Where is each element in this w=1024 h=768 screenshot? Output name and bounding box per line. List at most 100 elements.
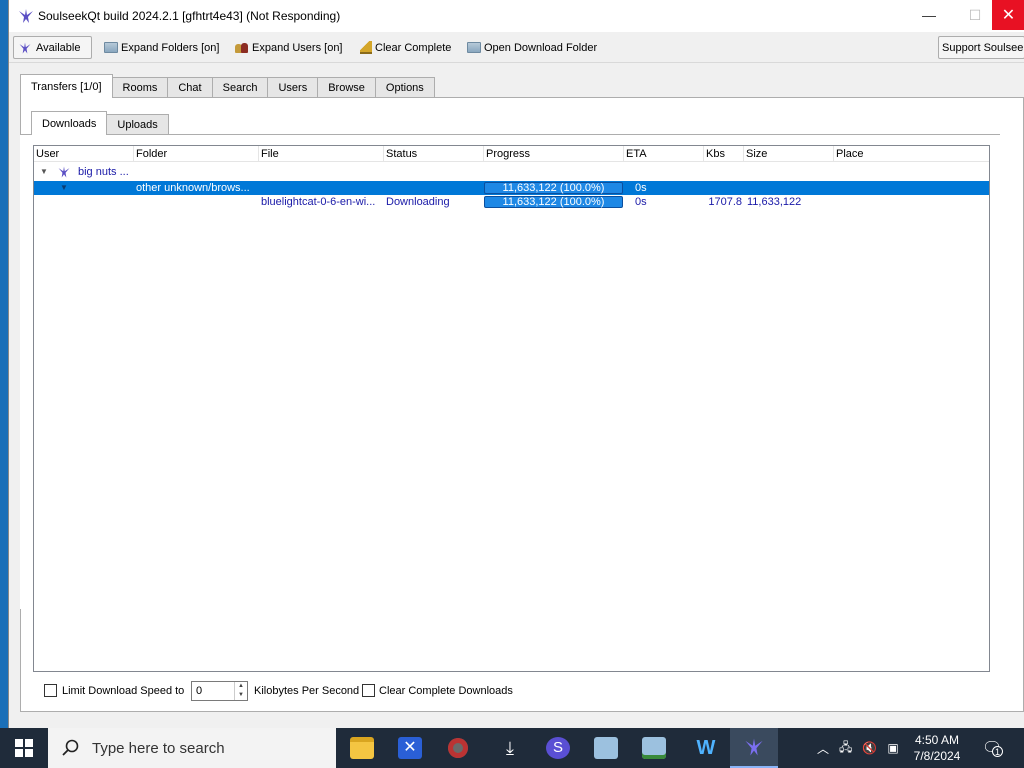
column-eta[interactable]: ETA [624,146,704,162]
minimize-button[interactable]: — [906,0,952,30]
volume-muted-icon[interactable]: 🔇 [862,741,877,755]
limit-speed-checkbox[interactable] [44,684,57,697]
app-red-gem-taskbar-icon[interactable] [434,728,482,768]
soulseek-bird-icon [745,738,763,756]
file-cell: bluelightcat-0-6-en-wi... [261,196,376,208]
clock-time: 4:50 AM [914,733,960,747]
column-status[interactable]: Status [384,146,484,162]
notification-center-icon[interactable]: 🗨 1 [982,738,1004,758]
table-row-file[interactable]: bluelightcat-0-6-en-wi... Downloading 11… [34,195,989,209]
support-soulseek-button[interactable]: Support Soulseek [938,36,1024,59]
folder-icon [467,42,481,53]
open-download-folder-label: Open Download Folder [484,41,598,54]
tab-options[interactable]: Options [374,77,435,98]
clock-date: 7/8/2024 [913,749,961,763]
windows-logo-icon [15,739,33,757]
table-row-user[interactable]: ▼ big nuts ... [34,165,989,179]
spin-down-icon[interactable]: ▼ [235,691,247,700]
search-placeholder: Type here to search [92,739,225,757]
progress-bar: 11,633,122 (100.0%) [484,182,623,194]
app-gears-2-taskbar-icon[interactable] [630,728,678,768]
expand-folders-label: Expand Folders [on] [121,41,220,54]
app-window: SoulseekQt build 2024.2.1 [gfhtrt4e43] (… [8,0,1024,728]
tab-users[interactable]: Users [267,77,319,98]
column-kbs[interactable]: Kbs [704,146,744,162]
tab-browse[interactable]: Browse [317,77,376,98]
column-progress[interactable]: Progress [484,146,624,162]
table-header: User Folder File Status Progress ETA Kbs… [34,146,989,162]
tab-transfers[interactable]: Transfers [1/0] [20,74,113,98]
file-explorer-taskbar-icon[interactable] [338,728,386,768]
spin-up-icon[interactable]: ▲ [235,682,247,691]
download-options-bar: Limit Download Speed to 0 ▲ ▼ Kilobytes P… [9,680,1024,702]
system-clock[interactable]: 4:50 AM 7/8/2024 [902,732,972,764]
progress-text: 11,633,122 (100.0%) [502,182,605,194]
progress-text: 11,633,122 (100.0%) [502,196,605,208]
app-w-taskbar-icon[interactable]: W [682,728,730,768]
column-folder[interactable]: Folder [134,146,259,162]
eta-cell: 0s [635,196,647,208]
limit-speed-label: Limit Download Speed to [62,685,185,697]
user-bird-icon [58,166,70,178]
clear-complete-button[interactable]: Clear Complete [357,36,454,59]
main-tabs: Transfers [1/0] Rooms Chat Search Users … [20,74,435,98]
column-user[interactable]: User [34,146,134,162]
kbs-cell: 1707.8 [708,196,742,208]
download-taskbar-icon[interactable]: ⤓ [486,728,534,768]
expand-users-button[interactable]: Expand Users [on] [232,36,346,59]
window-title: SoulseekQt build 2024.2.1 [gfhtrt4e43] (… [38,9,341,23]
column-file[interactable]: File [259,146,384,162]
tab-search[interactable]: Search [211,77,269,98]
system-tray: ︿ 🖧 🔇 ▣ [812,728,904,768]
network-icon[interactable]: 🖧 [839,738,852,759]
expand-arrow-icon[interactable]: ▼ [60,181,70,195]
search-icon [62,739,79,756]
open-download-folder-button[interactable]: Open Download Folder [464,36,600,59]
support-label: Support Soulseek [942,41,1024,54]
soulseek-bird-icon [19,9,33,23]
expand-folders-button[interactable]: Expand Folders [on] [101,36,222,59]
speed-unit-label: Kilobytes Per Second [254,685,360,697]
app-blue-x-taskbar-icon[interactable]: ✕ [386,728,434,768]
folder-icon [104,42,118,53]
clear-complete-downloads-label: Clear Complete Downloads [379,685,513,697]
speed-limit-spinbox[interactable]: 0 ▲ ▼ [191,681,248,701]
broom-icon [360,41,372,54]
spin-arrows[interactable]: ▲ ▼ [234,682,247,700]
app-purple-s-taskbar-icon[interactable]: S [534,728,582,768]
close-button[interactable]: ✕ [992,0,1024,30]
tab-downloads[interactable]: Downloads [31,111,108,135]
expand-users-label: Expand Users [on] [252,41,343,54]
transfer-sub-tabs: Downloads Uploads [31,111,169,135]
taskbar-search-box[interactable]: Type here to search [48,728,336,768]
notification-count: 1 [992,746,1003,757]
tab-rooms[interactable]: Rooms [111,77,169,98]
status-cell: Downloading [386,196,450,208]
column-size[interactable]: Size [744,146,834,162]
soulseek-taskbar-icon[interactable] [730,728,778,768]
tab-uploads[interactable]: Uploads [106,114,169,135]
user-name: big nuts ... [78,166,129,178]
tab-chat[interactable]: Chat [167,77,213,98]
start-button[interactable] [0,728,48,768]
toolbar: Available Expand Folders [on] Expand Use… [9,33,1024,63]
column-place[interactable]: Place [834,146,989,162]
clear-complete-downloads-checkbox[interactable] [362,684,375,697]
downloads-table[interactable]: User Folder File Status Progress ETA Kbs… [33,145,990,672]
title-bar[interactable]: SoulseekQt build 2024.2.1 [gfhtrt4e43] (… [9,0,1024,32]
eta-cell: 0s [635,182,647,194]
users-icon [235,42,249,54]
expand-arrow-icon[interactable]: ▼ [40,165,50,179]
size-cell: 11,633,122 [747,196,802,208]
status-button[interactable]: Available [13,36,92,59]
folder-cell: other unknown/brows... [136,182,250,194]
status-label: Available [36,41,81,54]
windows-taskbar: Type here to search ✕ ⤓ S W ︿ 🖧 🔇 ▣ 4:50… [0,728,1024,768]
display-icon[interactable]: ▣ [887,741,898,755]
app-gears-taskbar-icon[interactable] [582,728,630,768]
table-row-folder[interactable]: ▼ other unknown/brows... 11,633,122 (100… [34,181,989,195]
chevron-up-icon[interactable]: ︿ [817,740,829,757]
clear-complete-label: Clear Complete [375,41,452,54]
speed-value: 0 [196,685,203,697]
soulseek-bird-icon [19,42,31,53]
